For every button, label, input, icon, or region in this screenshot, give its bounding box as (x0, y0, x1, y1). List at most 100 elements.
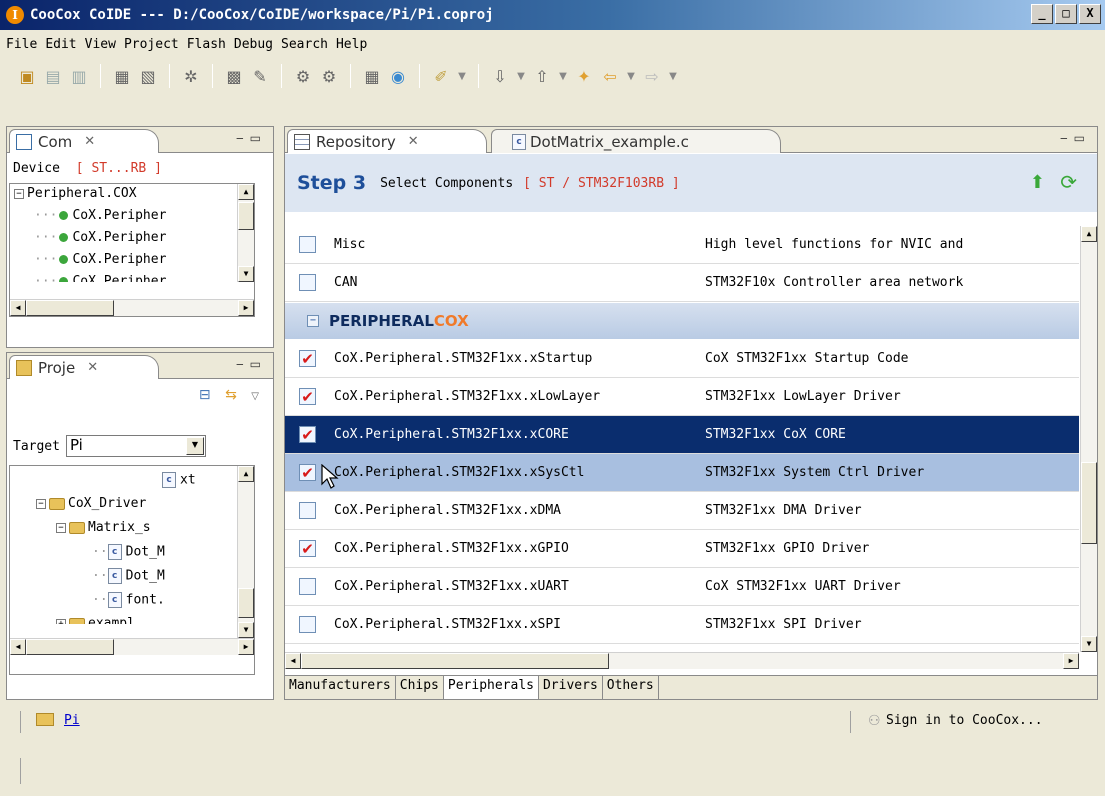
next-annotation-icon[interactable]: ⇩ (489, 65, 511, 87)
collapse-icon[interactable]: − (307, 315, 319, 327)
horizontal-scrollbar[interactable]: ◀ ▶ (285, 652, 1079, 669)
vertical-scrollbar[interactable]: ▲ ▼ (237, 184, 254, 282)
tree-item[interactable]: c xt (162, 472, 196, 488)
component-checkbox[interactable] (299, 616, 316, 633)
tree-item[interactable]: − CoX_Driver (36, 496, 146, 511)
debug-icon[interactable]: ⚙ (292, 65, 314, 87)
tree-item[interactable]: ··· CoX.Peripher (34, 230, 166, 245)
scroll-up-icon[interactable]: ▲ (238, 466, 254, 482)
close-button[interactable]: X (1079, 4, 1101, 24)
tab-others[interactable]: Others (603, 676, 659, 699)
scroll-left-icon[interactable]: ◀ (285, 653, 301, 669)
scroll-left-icon[interactable]: ◀ (10, 639, 26, 655)
tab-chips[interactable]: Chips (396, 676, 444, 699)
tab-drivers[interactable]: Drivers (539, 676, 603, 699)
refresh-icon[interactable]: ⟳ (1060, 170, 1077, 194)
scroll-thumb[interactable] (26, 300, 114, 316)
menu-view[interactable]: View (83, 37, 122, 52)
close-icon[interactable]: ✕ (408, 134, 419, 149)
menu-flash[interactable]: Flash (185, 37, 232, 52)
back-icon[interactable]: ⇦ (599, 65, 621, 87)
table-row-hover[interactable]: ✔ CoX.Peripheral.STM32F1xx.xSysCtl STM32… (285, 454, 1079, 492)
group-header-peripheral-cox[interactable]: − PERIPHERAL COX (285, 303, 1079, 339)
tree-item[interactable]: ·· c Dot_M (92, 568, 165, 584)
chevron-down-icon[interactable]: ▼ (625, 65, 637, 87)
peripheral-icon[interactable]: ◉ (387, 65, 409, 87)
tree-item[interactable]: + exampl (56, 616, 135, 624)
component-checkbox[interactable]: ✔ (299, 540, 316, 558)
menu-debug[interactable]: Debug (232, 37, 279, 52)
scroll-right-icon[interactable]: ▶ (1063, 653, 1079, 669)
scroll-down-icon[interactable]: ▼ (238, 266, 254, 282)
tab-repository[interactable]: Repository ✕ (287, 129, 487, 153)
tab-manufacturers[interactable]: Manufacturers (285, 676, 396, 699)
chevron-down-icon[interactable]: ▼ (185, 437, 204, 455)
chevron-down-icon[interactable]: ▼ (557, 65, 569, 87)
vertical-scrollbar[interactable]: ▲ ▼ (1080, 226, 1097, 652)
scroll-right-icon[interactable]: ▶ (238, 300, 254, 316)
sign-in-link[interactable]: Sign in to CooCox... (886, 713, 1043, 728)
flash-icon[interactable]: ✎ (249, 65, 271, 87)
component-checkbox[interactable] (299, 578, 316, 595)
menu-file[interactable]: File (4, 37, 43, 52)
minimize-button[interactable]: _ (1031, 4, 1053, 24)
close-icon[interactable]: ✕ (84, 134, 95, 149)
scroll-thumb[interactable] (1081, 462, 1097, 544)
chevron-down-icon[interactable]: ▼ (456, 65, 468, 87)
tree-item[interactable]: ··· CoX.Peripher (34, 274, 166, 282)
component-checkbox[interactable]: ✔ (299, 388, 316, 406)
view-min-max-icons[interactable]: ‒▭ (236, 131, 267, 145)
component-checkbox[interactable]: ✔ (299, 464, 316, 482)
table-row[interactable]: ✔ CoX.Peripheral.STM32F1xx.xStartup CoX … (285, 340, 1079, 378)
chevron-down-icon[interactable]: ▼ (667, 65, 679, 87)
scroll-up-icon[interactable]: ▲ (1081, 226, 1097, 242)
collapse-icon[interactable]: − (14, 188, 24, 199)
component-checkbox[interactable] (299, 502, 316, 519)
chevron-down-icon[interactable]: ▼ (515, 65, 527, 87)
component-checkbox[interactable] (299, 274, 316, 291)
target-select[interactable]: Pi ▼ (65, 435, 206, 457)
close-icon[interactable]: ✕ (87, 360, 98, 375)
maximize-button[interactable]: □ (1055, 4, 1077, 24)
last-edit-icon[interactable]: ✦ (573, 65, 595, 87)
horizontal-scrollbar[interactable]: ◀ ▶ (10, 299, 254, 316)
scroll-thumb[interactable] (238, 202, 254, 230)
tab-dotmatrix-example[interactable]: c DotMatrix_example.c (491, 129, 781, 153)
tree-item[interactable]: ··· CoX.Peripher (34, 252, 166, 267)
vertical-scrollbar[interactable]: ▲ ▼ (237, 466, 254, 638)
scroll-thumb[interactable] (26, 639, 114, 655)
menu-help[interactable]: Help (334, 37, 373, 52)
tree-item[interactable]: ··· CoX.Peripher (34, 208, 166, 223)
forward-icon[interactable]: ⇨ (641, 65, 663, 87)
arrow-up-icon[interactable]: ⬆ (1030, 172, 1045, 193)
scroll-right-icon[interactable]: ▶ (238, 639, 254, 655)
tab-peripherals[interactable]: Peripherals (443, 676, 539, 699)
table-row[interactable]: ✔ CoX.Peripheral.STM32F1xx.xGPIO STM32F1… (285, 530, 1079, 568)
scroll-down-icon[interactable]: ▼ (1081, 636, 1097, 652)
scroll-thumb[interactable] (301, 653, 609, 669)
menu-search[interactable]: Search (279, 37, 334, 52)
tree-item[interactable]: − Matrix_s (56, 520, 151, 535)
tab-components[interactable]: Com ✕ (9, 129, 159, 153)
table-row[interactable]: CoX.Peripheral.STM32F1xx.xUART CoX STM32… (285, 568, 1079, 606)
table-row[interactable]: CAN STM32F10x Controller area network (285, 264, 1079, 302)
table-row[interactable]: ✔ CoX.Peripheral.STM32F1xx.xLowLayer STM… (285, 378, 1079, 416)
rebuild-icon[interactable]: ▧ (137, 65, 159, 87)
scroll-down-icon[interactable]: ▼ (238, 622, 254, 638)
tree-item[interactable]: ·· c Dot_M (92, 544, 165, 560)
component-icon[interactable]: ▦ (361, 65, 383, 87)
view-min-max-icons[interactable]: ‒▭ (1060, 131, 1091, 145)
save-icon[interactable]: ▥ (68, 65, 90, 87)
collapse-icon[interactable]: − (36, 498, 46, 509)
view-min-max-icons[interactable]: ‒▭ (236, 357, 267, 371)
project-link[interactable]: Pi (64, 713, 80, 728)
menu-project[interactable]: Project (122, 37, 185, 52)
collapse-icon[interactable]: − (56, 522, 66, 533)
tree-root[interactable]: − Peripheral.COX (14, 186, 137, 201)
repository-icon[interactable]: ▩ (223, 65, 245, 87)
link-icon[interactable]: ✐ (430, 65, 452, 87)
menu-edit[interactable]: Edit (43, 37, 82, 52)
component-checkbox[interactable] (299, 236, 316, 253)
horizontal-scrollbar[interactable]: ◀ ▶ (10, 638, 254, 655)
collapse-all-icon[interactable]: ⊟ (199, 387, 211, 403)
